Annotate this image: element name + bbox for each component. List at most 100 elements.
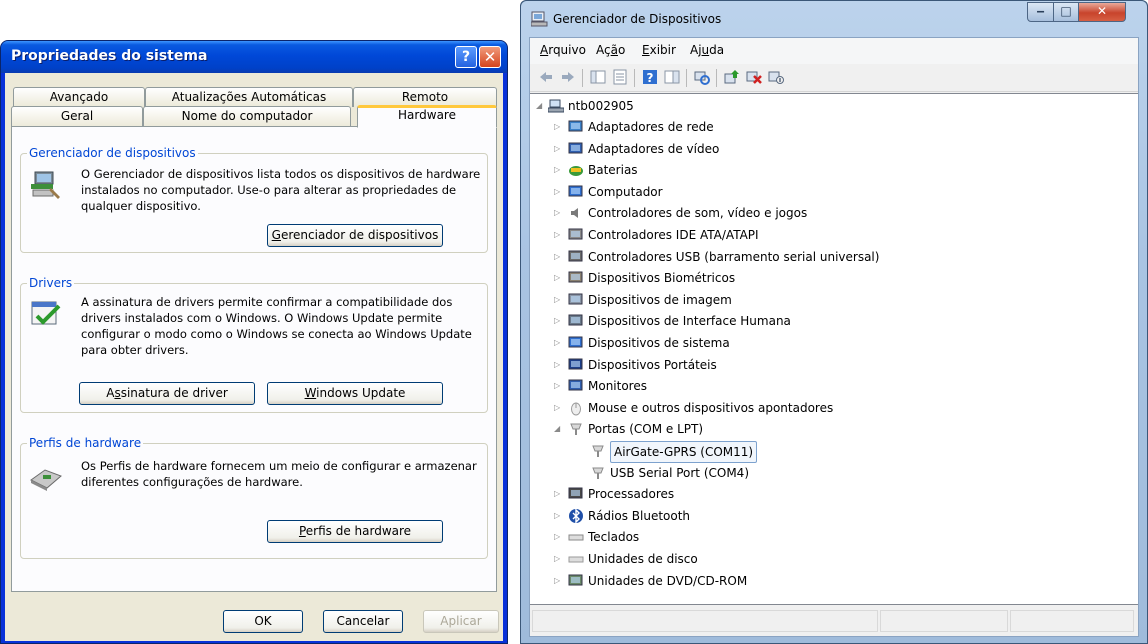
root-label: ntb002905 (568, 99, 634, 113)
toolbar-separator (716, 69, 717, 87)
mouse-icon (571, 402, 581, 416)
open-device-manager-button[interactable]: Gerenciador de dispositivos (267, 224, 443, 247)
toolbar-separator (582, 69, 583, 87)
system-device-icon (568, 336, 583, 348)
fingerprint-icon (568, 271, 583, 283)
tab-atualizacoes[interactable]: Atualizações Automáticas (145, 87, 353, 107)
status-cell (880, 610, 1008, 632)
hardware-profiles-icon (30, 469, 62, 491)
button-mnemonic: P (298, 524, 306, 538)
device-label: Dispositivos de imagem (588, 293, 732, 307)
collapsed-arrow-icon[interactable]: ▷ (554, 166, 562, 174)
collapsed-arrow-icon[interactable]: ▷ (554, 231, 562, 239)
collapsed-arrow-icon[interactable]: ▷ (554, 361, 562, 369)
tab-hardware[interactable]: Hardware (357, 105, 497, 128)
close-button[interactable]: ✕ (1078, 2, 1126, 22)
menu-acao[interactable]: Ação (596, 43, 625, 57)
update-driver-icon[interactable] (724, 69, 740, 85)
menu-arquivo[interactable]: Arquivo (540, 43, 586, 57)
device-label: Portas (COM e LPT) (588, 422, 704, 436)
device-tree[interactable]: ◢ ntb002905 ▷ Adaptadores de rede ▷ Adaptad… (530, 93, 1138, 605)
collapsed-arrow-icon[interactable]: ▷ (554, 317, 562, 325)
minimize-button[interactable]: ‒ (1027, 2, 1054, 22)
device-manager-window: Gerenciador de Dispositivos ‒ □ ✕ Arquiv… (520, 0, 1148, 644)
expanded-arrow-icon[interactable]: ◢ (554, 425, 562, 433)
collapsed-arrow-icon[interactable]: ▷ (554, 404, 562, 412)
collapsed-arrow-icon[interactable]: ▷ (554, 253, 562, 261)
close-icon: ✕ (483, 48, 497, 66)
scan-hardware-icon[interactable] (694, 69, 710, 85)
cancel-button[interactable]: Cancelar (323, 610, 403, 633)
apply-button[interactable]: Aplicar (423, 610, 499, 633)
usb-icon (568, 250, 583, 262)
console-tree-icon[interactable] (590, 69, 606, 85)
device-manager-group: Gerenciador de dispositivos O Gerenciado… (20, 146, 488, 253)
driver-signing-button[interactable]: Assinatura de driver (79, 382, 255, 405)
device-label: Controladores IDE ATA/ATAPI (588, 228, 759, 242)
device-label: AirGate-GPRS (COM11) (610, 441, 758, 463)
collapsed-arrow-icon[interactable]: ▷ (554, 512, 562, 520)
close-button[interactable]: ✕ (479, 46, 501, 68)
collapsed-arrow-icon[interactable]: ▷ (554, 145, 562, 153)
hardware-profiles-button[interactable]: Perfis de hardware (267, 520, 443, 543)
collapsed-arrow-icon[interactable]: ▷ (554, 577, 562, 585)
windows-update-button[interactable]: Windows Update (267, 382, 443, 405)
disk-drive-icon (568, 556, 584, 563)
menu-label: xibir (649, 43, 676, 57)
collapsed-arrow-icon[interactable]: ▷ (554, 382, 562, 390)
device-label: Adaptadores de rede (588, 120, 714, 134)
collapsed-arrow-icon[interactable]: ▷ (554, 123, 562, 131)
tab-remoto[interactable]: Remoto (353, 87, 497, 107)
forward-arrow-icon[interactable] (560, 69, 576, 85)
tab-geral[interactable]: Geral (11, 106, 143, 127)
disable-device-icon[interactable] (768, 69, 784, 85)
svg-text:?: ? (647, 71, 654, 85)
device-label: Controladores USB (barramento serial uni… (588, 250, 880, 264)
collapsed-arrow-icon[interactable]: ▷ (554, 274, 562, 282)
device-label: Unidades de disco (588, 552, 698, 566)
device-label: Monitores (588, 379, 647, 393)
collapsed-arrow-icon[interactable]: ▷ (554, 533, 562, 541)
collapsed-arrow-icon[interactable]: ▷ (554, 339, 562, 347)
ok-button[interactable]: OK (223, 610, 303, 633)
window-frame[interactable]: Gerenciador de Dispositivos ‒ □ ✕ Arquiv… (521, 1, 1147, 643)
tab-avancado[interactable]: Avançado (13, 87, 145, 107)
button-label: erenciador de dispositivos (280, 228, 439, 242)
title-bar[interactable]: Propriedades do sistema ? ✕ (1, 41, 507, 73)
scanner-icon (568, 293, 583, 305)
collapsed-arrow-icon[interactable]: ▷ (554, 490, 562, 498)
back-arrow-icon[interactable] (538, 69, 554, 85)
computer-icon (568, 185, 583, 197)
hardware-profiles-group: Perfis de hardware Os Perfis de hardware… (20, 436, 488, 559)
collapsed-arrow-icon[interactable]: ▷ (554, 555, 562, 563)
ide-controller-icon (568, 228, 583, 240)
port-icon (592, 445, 604, 457)
system-properties-window: Propriedades do sistema ? ✕ Avançado Atu… (0, 40, 508, 644)
help-button[interactable]: ? (455, 46, 477, 68)
port-icon (592, 467, 604, 479)
button-label: OK (254, 614, 272, 628)
menu-mnemonic: u (701, 43, 710, 57)
maximize-button[interactable]: □ (1053, 2, 1079, 22)
collapsed-arrow-icon[interactable]: ▷ (554, 296, 562, 304)
properties-icon[interactable] (612, 69, 628, 85)
status-cell (1010, 610, 1134, 632)
monitor-icon (568, 379, 583, 391)
portable-device-icon (568, 358, 583, 370)
menu-exibir[interactable]: Exibir (642, 43, 676, 57)
menu-ajuda[interactable]: Ajuda (690, 43, 724, 57)
bluetooth-icon (569, 508, 583, 524)
speaker-icon (571, 208, 578, 218)
help-icon[interactable]: ? (642, 69, 658, 85)
collapsed-arrow-icon[interactable]: ▷ (554, 209, 562, 217)
device-label: Dispositivos Portáteis (588, 358, 717, 372)
tab-label: Remoto (401, 90, 449, 104)
expanded-arrow-icon[interactable]: ◢ (536, 102, 544, 110)
show-hide-pane-icon[interactable] (664, 69, 680, 85)
tab-label: Geral (60, 109, 94, 123)
drivers-description: A assinatura de drivers permite confirma… (81, 295, 472, 357)
uninstall-icon[interactable] (746, 69, 762, 85)
keyboard-icon (568, 534, 584, 541)
tab-nome-computador[interactable]: Nome do computador (143, 106, 351, 127)
collapsed-arrow-icon[interactable]: ▷ (554, 188, 562, 196)
